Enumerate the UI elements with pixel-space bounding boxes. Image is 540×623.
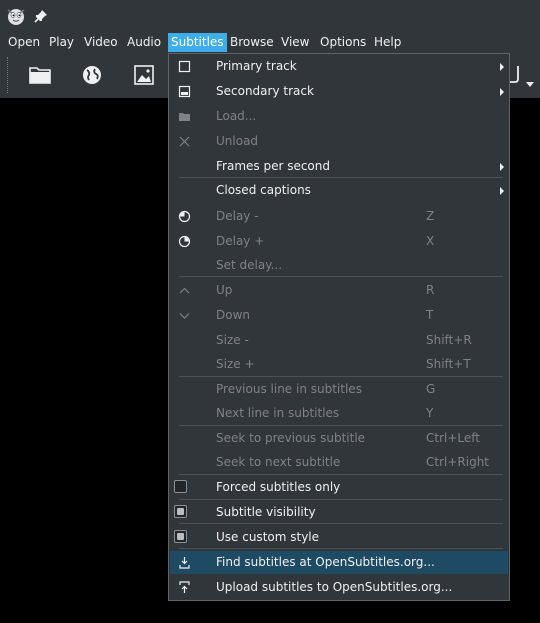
menu-item-label: Set delay... xyxy=(216,258,283,272)
menu-item-previous-line-in-subtitles[interactable]: Previous line in subtitles G xyxy=(170,378,508,401)
menu-item-label: Frames per second xyxy=(216,159,330,173)
menu-item-up[interactable]: Up R xyxy=(170,279,508,302)
menu-audio[interactable]: Audio xyxy=(124,33,164,52)
menu-item-frames-per-second[interactable]: Frames per second xyxy=(170,155,508,178)
menu-item-label: Subtitle visibility xyxy=(216,505,316,519)
title-bar xyxy=(0,0,540,33)
menu-item-label: Primary track xyxy=(216,59,297,73)
menu-item-label: Previous line in subtitles xyxy=(216,382,362,396)
menu-play[interactable]: Play xyxy=(46,33,77,52)
menu-item-shortcut: Ctrl+Right xyxy=(426,455,490,469)
chevron-down-icon[interactable] xyxy=(526,82,534,88)
menu-item-label: Unload xyxy=(216,134,259,148)
menu-open[interactable]: Open xyxy=(5,33,43,52)
menu-item-label: Delay - xyxy=(216,209,259,223)
folder-icon xyxy=(179,113,190,121)
menu-item-secondary-track[interactable]: Secondary track xyxy=(170,80,508,103)
checkbox-icon[interactable] xyxy=(174,505,187,518)
image-icon[interactable] xyxy=(129,60,159,90)
menu-item-label: Forced subtitles only xyxy=(216,480,341,494)
download-icon xyxy=(179,557,190,569)
menu-item-set-delay[interactable]: Set delay... xyxy=(170,254,508,277)
submenu-arrow-icon xyxy=(500,88,504,96)
menu-item-label: Delay + xyxy=(216,234,265,248)
menu-subtitles[interactable]: Subtitles xyxy=(168,33,227,52)
submenu-arrow-icon xyxy=(500,187,504,195)
menu-item-shortcut: Ctrl+Left xyxy=(426,431,480,445)
menu-item-label: Up xyxy=(216,283,233,297)
submenu-arrow-icon xyxy=(500,163,504,171)
menu-item-label: Seek to previous subtitle xyxy=(216,431,366,445)
menu-item-shortcut: Shift+T xyxy=(426,357,471,371)
menu-options[interactable]: Options xyxy=(317,33,369,52)
menu-separator xyxy=(179,425,503,426)
delay-minus-icon xyxy=(178,210,191,223)
menu-item-size[interactable]: Size + Shift+T xyxy=(170,353,508,376)
menu-item-label: Secondary track xyxy=(216,84,314,98)
chevron-down-icon xyxy=(179,313,190,319)
secondary-track-icon xyxy=(178,85,191,98)
menu-item-label: Next line in subtitles xyxy=(216,406,340,420)
menu-item-forced-subtitles-only[interactable]: Forced subtitles only xyxy=(170,476,508,499)
menu-separator xyxy=(179,474,503,475)
menu-bar: Open Play Video Audio Subtitles Browse View Opt… xyxy=(0,33,540,52)
toolbar-handle[interactable] xyxy=(7,57,11,93)
menu-item-label: Down xyxy=(216,308,251,322)
menu-item-closed-captions[interactable]: Closed captions xyxy=(170,179,508,202)
menu-video[interactable]: Video xyxy=(81,33,121,52)
submenu-arrow-icon xyxy=(500,63,504,71)
menu-view[interactable]: View xyxy=(278,33,312,52)
app-logo-icon[interactable] xyxy=(5,5,27,27)
menu-item-label: Size + xyxy=(216,357,255,371)
menu-item-label: Find subtitles at OpenSubtitles.org... xyxy=(216,555,435,569)
menu-item-shortcut: T xyxy=(426,308,434,322)
globe-icon[interactable] xyxy=(77,60,107,90)
menu-item-subtitle-visibility[interactable]: Subtitle visibility xyxy=(170,501,508,524)
menu-browse[interactable]: Browse xyxy=(227,33,277,52)
subtitles-menu: Primary track Secondary track Load... Unloa… xyxy=(168,53,510,601)
menu-item-shortcut: X xyxy=(426,234,435,248)
close-icon xyxy=(179,136,190,147)
pin-icon[interactable] xyxy=(33,8,49,24)
menu-item-label: Upload subtitles to OpenSubtitles.org... xyxy=(216,580,453,594)
menu-item-label: Load... xyxy=(216,109,257,123)
chevron-up-icon xyxy=(179,287,190,294)
menu-item-unload[interactable]: Unload xyxy=(170,130,508,153)
menu-item-delay[interactable]: Delay + X xyxy=(170,230,508,253)
menu-item-label: Closed captions xyxy=(216,183,311,197)
menu-item-shortcut: Shift+R xyxy=(426,333,472,347)
menu-item-shortcut: Z xyxy=(426,209,435,223)
menu-item-shortcut: R xyxy=(426,283,435,297)
checkbox-icon[interactable] xyxy=(174,530,187,543)
menu-item-label: Size - xyxy=(216,333,249,347)
menu-item-use-custom-style[interactable]: Use custom style xyxy=(170,526,508,549)
menu-help[interactable]: Help xyxy=(371,33,404,52)
menu-item-upload-subtitles-to-opensubtitles-org[interactable]: Upload subtitles to OpenSubtitles.org... xyxy=(170,576,508,599)
menu-item-down[interactable]: Down T xyxy=(170,304,508,327)
menu-separator xyxy=(179,499,503,500)
menu-item-primary-track[interactable]: Primary track xyxy=(170,55,508,78)
menu-item-shortcut: Y xyxy=(426,406,434,420)
menu-item-next-line-in-subtitles[interactable]: Next line in subtitles Y xyxy=(170,402,508,425)
menu-item-label: Use custom style xyxy=(216,530,320,544)
menu-item-load[interactable]: Load... xyxy=(170,105,508,128)
delay-plus-icon xyxy=(178,235,191,248)
menu-item-seek-to-next-subtitle[interactable]: Seek to next subtitle Ctrl+Right xyxy=(170,451,508,474)
menu-item-label: Seek to next subtitle xyxy=(216,455,341,469)
upload-icon xyxy=(179,581,190,593)
menu-item-seek-to-previous-subtitle[interactable]: Seek to previous subtitle Ctrl+Left xyxy=(170,427,508,450)
menu-separator xyxy=(179,376,503,377)
menu-item-find-subtitles-at-opensubtitles-org[interactable]: Find subtitles at OpenSubtitles.org... xyxy=(170,551,508,574)
checkbox-icon[interactable] xyxy=(174,480,187,493)
menu-item-size[interactable]: Size - Shift+R xyxy=(170,329,508,352)
checkbox-icon xyxy=(178,60,191,73)
menu-item-shortcut: G xyxy=(426,382,436,396)
folder-icon[interactable] xyxy=(25,60,55,90)
menu-item-delay[interactable]: Delay - Z xyxy=(170,205,508,228)
